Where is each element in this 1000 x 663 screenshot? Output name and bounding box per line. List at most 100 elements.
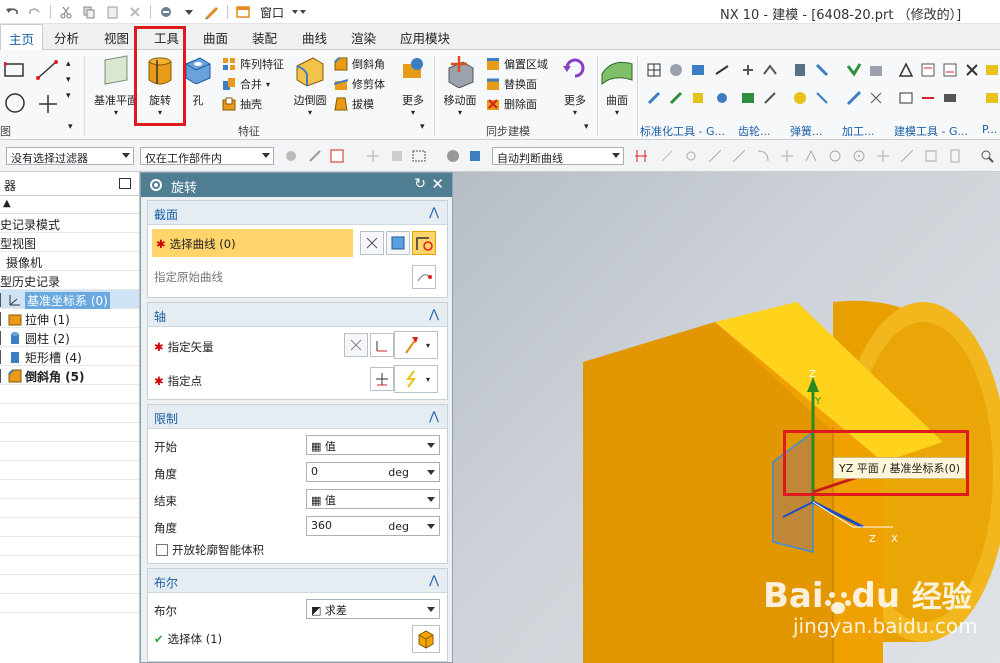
snap-point-icon[interactable] xyxy=(756,149,770,163)
surface-button[interactable]: 曲面 ▾ xyxy=(600,54,634,117)
building-tool-icon[interactable] xyxy=(898,90,914,106)
reset-icon[interactable]: ↻ xyxy=(414,176,426,192)
move-face-button[interactable]: 移动面 ▾ xyxy=(440,54,480,117)
pattern-feature-button[interactable]: 阵列特征 xyxy=(222,56,284,72)
navigator-row[interactable]: 史记录模式 xyxy=(0,214,139,233)
select-face-icon[interactable] xyxy=(390,149,404,163)
snap-point-icon[interactable] xyxy=(708,149,722,163)
collapse-icon[interactable]: ⋀ xyxy=(429,409,439,423)
start-angle-field[interactable]: 0 deg xyxy=(306,462,440,482)
section-header[interactable]: 轴 ⋀ xyxy=(148,303,447,327)
navigator-row-cylinder[interactable]: 圆柱 (2) xyxy=(0,328,139,347)
machining-tool-icon[interactable] xyxy=(846,62,862,78)
tab-home[interactable]: 主页 xyxy=(0,24,44,50)
collapse-icon[interactable]: ⋀ xyxy=(429,573,439,587)
end-angle-field[interactable]: 360 deg xyxy=(306,516,440,536)
follow-fillet-icon[interactable] xyxy=(660,149,674,163)
cut-icon[interactable] xyxy=(58,4,74,20)
machining-tool-icon[interactable] xyxy=(846,90,862,106)
more-tool-icon[interactable] xyxy=(984,62,1000,78)
select-curve-row[interactable]: ✱ 选择曲线 (0) xyxy=(152,229,353,257)
gear-tool-icon[interactable] xyxy=(740,62,756,78)
more-tool-icon[interactable] xyxy=(984,90,1000,106)
general-selection-icon[interactable] xyxy=(284,149,298,163)
collapse-icon[interactable]: ⋀ xyxy=(429,205,439,219)
building-tool-icon[interactable] xyxy=(920,90,936,106)
select-type-icon[interactable] xyxy=(330,149,344,163)
hole-button[interactable]: 孔 xyxy=(184,54,212,108)
curve-rule-combo[interactable]: 自动判断曲线 xyxy=(492,147,624,165)
navigator-row[interactable]: 摄像机 xyxy=(0,252,139,271)
window-icon[interactable] xyxy=(235,4,251,20)
draft-button[interactable]: 拔模 xyxy=(334,96,374,112)
navigator-row-slot[interactable]: 矩形槽 (4) xyxy=(0,347,139,366)
machining-tool-icon[interactable] xyxy=(868,90,884,106)
more-sync-button[interactable]: 更多 ▾ xyxy=(560,54,590,117)
snap-icon[interactable] xyxy=(308,149,322,163)
boolean-type-dropdown[interactable]: ◩ 求差 xyxy=(306,599,440,619)
tab-view[interactable]: 视图 xyxy=(104,28,129,47)
redo-icon[interactable] xyxy=(27,4,43,20)
standard-part-icon[interactable] xyxy=(646,90,662,106)
sketch-scroll[interactable]: ▴ ▾ ▾ xyxy=(66,58,71,102)
snap-point-icon[interactable] xyxy=(828,149,842,163)
trim-body-button[interactable]: 修剪体 xyxy=(334,76,385,92)
open-profile-checkbox[interactable] xyxy=(156,544,168,556)
gear-tool-icon[interactable] xyxy=(762,62,778,78)
vector-dialog-button[interactable] xyxy=(370,333,394,357)
tab-curve[interactable]: 曲线 xyxy=(302,28,327,47)
gear-tool-icon[interactable] xyxy=(762,90,778,106)
triangle-icon[interactable] xyxy=(898,62,914,78)
tab-render[interactable]: 渲染 xyxy=(351,28,376,47)
edge-blend-button[interactable]: 边倒圆 ▾ xyxy=(290,54,330,117)
dropdown-arrow-icon[interactable] xyxy=(181,4,197,20)
snap-point-icon[interactable] xyxy=(924,149,938,163)
standard-part-icon[interactable] xyxy=(668,90,684,106)
section-header[interactable]: 布尔 ⋀ xyxy=(148,569,447,593)
deselect-button[interactable] xyxy=(360,231,384,255)
navigator-row-chamfer[interactable]: 倒斜角 (5) xyxy=(0,366,139,385)
sketch-section-button[interactable] xyxy=(386,231,410,255)
reverse-direction-button[interactable] xyxy=(344,333,368,357)
point-dialog-button[interactable] xyxy=(370,367,394,391)
rectangle-select-icon[interactable] xyxy=(412,149,426,163)
snap-point-icon[interactable] xyxy=(804,149,818,163)
snap-point-icon[interactable] xyxy=(852,149,866,163)
selection-filter-combo[interactable]: 没有选择过滤器 xyxy=(6,147,134,165)
standard-part-icon[interactable] xyxy=(690,90,706,106)
standard-part-icon[interactable] xyxy=(668,62,684,78)
curve-button[interactable] xyxy=(412,231,436,255)
group-expand-arrow[interactable]: ▾ xyxy=(584,122,589,132)
stop-at-intersection-icon[interactable] xyxy=(634,149,648,163)
point-tool[interactable] xyxy=(38,94,58,114)
copy-icon[interactable] xyxy=(81,4,97,20)
replace-face-button[interactable]: 替换面 xyxy=(486,76,537,92)
standard-part-icon[interactable] xyxy=(690,62,706,78)
gear-tool-icon[interactable] xyxy=(740,90,756,106)
dropdown-arrow-icon[interactable] xyxy=(291,4,307,20)
spring-tool-icon[interactable] xyxy=(792,90,808,106)
chamfer-button[interactable]: 倒斜角 xyxy=(334,56,385,72)
tab-analysis[interactable]: 分析 xyxy=(54,28,79,47)
rectangle-tool[interactable] xyxy=(4,62,26,78)
spring-tool-icon[interactable] xyxy=(814,62,830,78)
start-type-dropdown[interactable]: ▦ 值 xyxy=(306,435,440,455)
line-tool[interactable] xyxy=(36,60,58,80)
offset-region-button[interactable]: 偏置区域 xyxy=(486,56,548,72)
maximize-icon[interactable] xyxy=(119,178,131,189)
spring-tool-icon[interactable] xyxy=(792,62,808,78)
shell-button[interactable]: 抽壳 xyxy=(222,96,262,112)
section-header[interactable]: 限制 ⋀ xyxy=(148,405,447,429)
collapse-icon[interactable]: ⋀ xyxy=(429,307,439,321)
selection-scope-combo[interactable]: 仅在工作部件内 xyxy=(140,147,274,165)
snap-point-icon[interactable] xyxy=(900,149,914,163)
undo-icon[interactable] xyxy=(4,4,20,20)
group-expand-arrow[interactable]: ▾ xyxy=(420,122,425,132)
navigator-column-header[interactable]: ▲ xyxy=(0,196,139,214)
circle-tool[interactable] xyxy=(4,92,26,114)
vector-type-dropdown[interactable]: ▾ xyxy=(394,331,438,359)
navigator-row[interactable]: 型视图 xyxy=(0,233,139,252)
standard-part-icon[interactable] xyxy=(714,62,730,78)
select-point-icon[interactable] xyxy=(366,149,380,163)
snap-point-icon[interactable] xyxy=(876,149,890,163)
